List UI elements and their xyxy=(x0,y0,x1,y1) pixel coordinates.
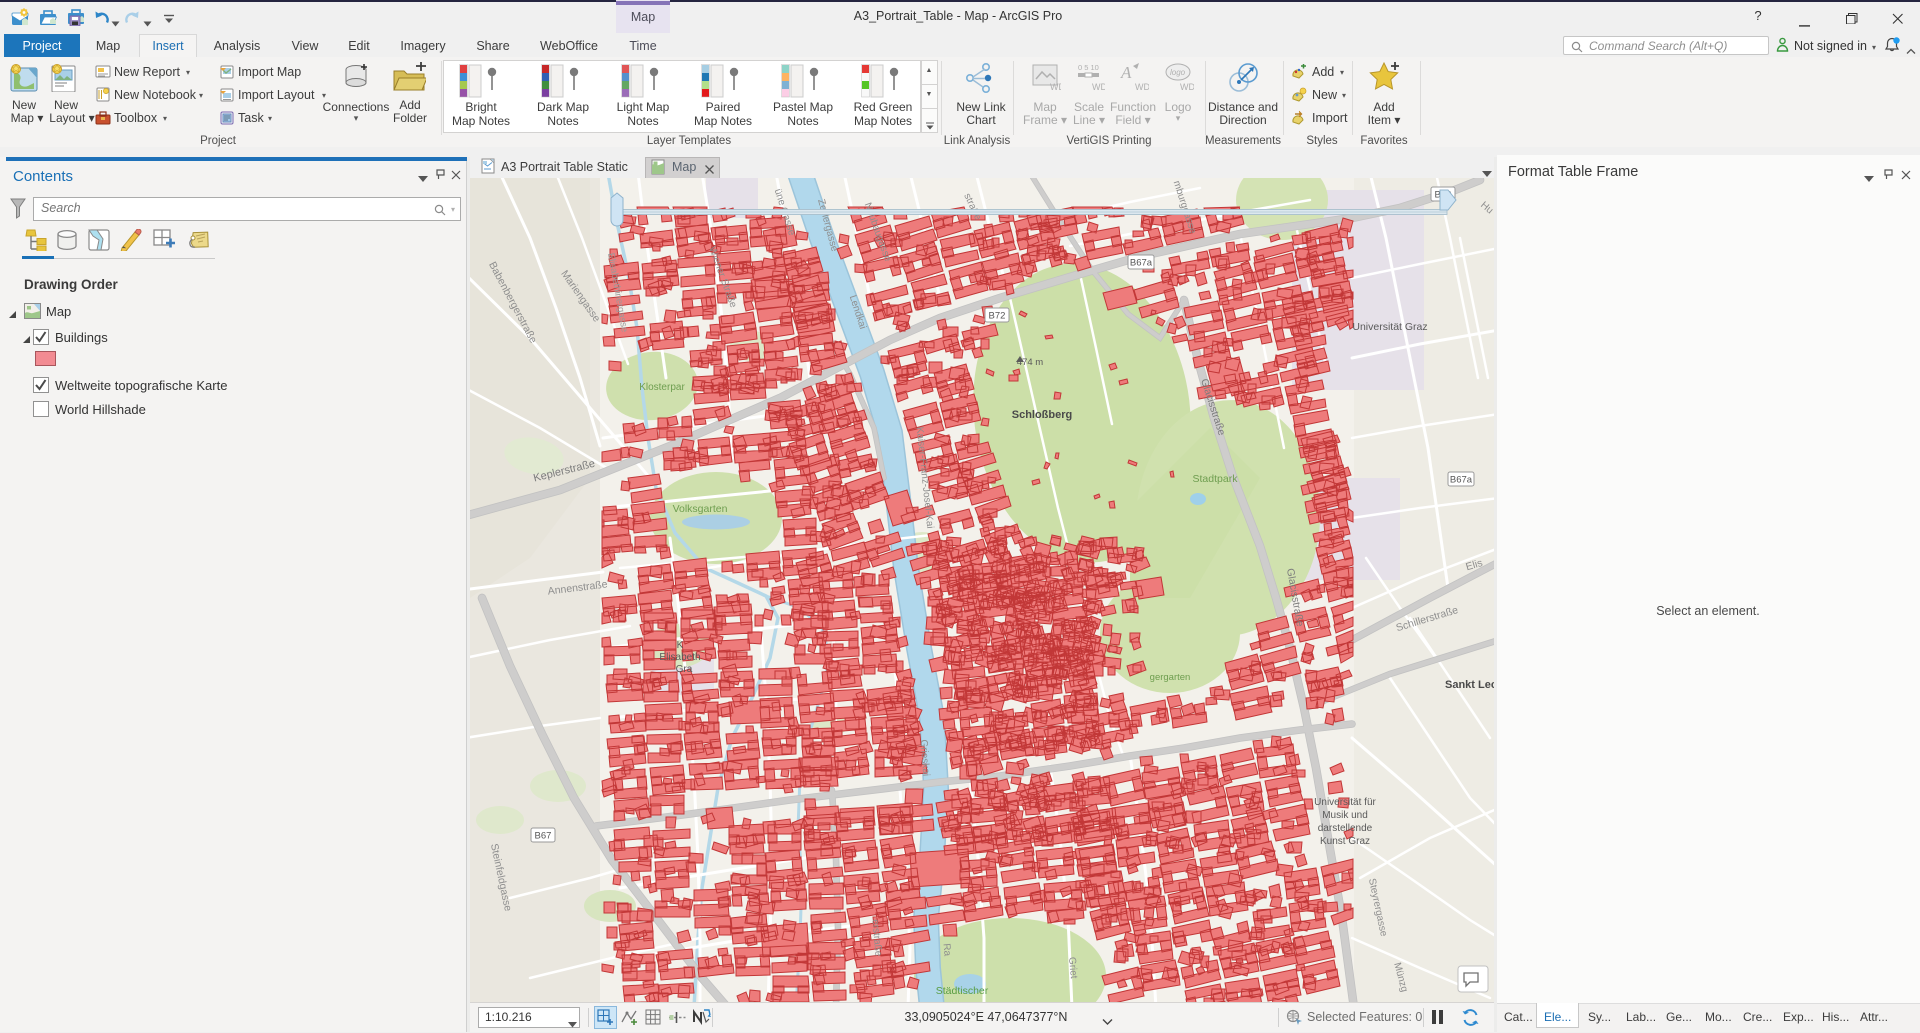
svg-text:K: K xyxy=(677,640,684,651)
svg-text:B72: B72 xyxy=(989,311,1006,322)
svg-text:Städtischer: Städtischer xyxy=(936,985,989,997)
svg-text:Sankt Leonha: Sankt Leonha xyxy=(1445,679,1494,691)
svg-text:A: A xyxy=(1120,63,1132,82)
svg-text:gergarten: gergarten xyxy=(1150,672,1191,683)
svg-text:B67: B67 xyxy=(535,831,552,842)
svg-text:Gra: Gra xyxy=(676,664,693,675)
svg-text:Kunst Graz: Kunst Graz xyxy=(1320,836,1370,847)
svg-text:Musik und: Musik und xyxy=(1322,810,1368,821)
svg-text:Griet: Griet xyxy=(1066,957,1079,980)
svg-text:darstellende: darstellende xyxy=(1318,823,1373,834)
svg-text:Schloßberg: Schloßberg xyxy=(1012,409,1073,421)
svg-text:Stadtpark: Stadtpark xyxy=(1193,473,1239,485)
svg-text:Klosterpar: Klosterpar xyxy=(639,382,685,393)
svg-text:Universität für: Universität für xyxy=(1314,797,1376,808)
svg-text:WD: WD xyxy=(1135,82,1149,92)
svg-text:0 5 10: 0 5 10 xyxy=(1078,63,1099,72)
svg-text:WD: WD xyxy=(1050,82,1061,92)
svg-text:Universität Graz: Universität Graz xyxy=(1352,321,1427,333)
svg-text:B67a: B67a xyxy=(1450,475,1473,486)
svg-text:Volksgarten: Volksgarten xyxy=(673,503,728,515)
svg-text:WD: WD xyxy=(1180,82,1194,92)
svg-text:Elisabeth: Elisabeth xyxy=(659,652,700,663)
svg-text:WD: WD xyxy=(1092,82,1105,92)
svg-text:B67a: B67a xyxy=(1130,258,1153,269)
svg-text:Ra: Ra xyxy=(940,943,952,957)
svg-text:logo: logo xyxy=(1170,68,1186,77)
